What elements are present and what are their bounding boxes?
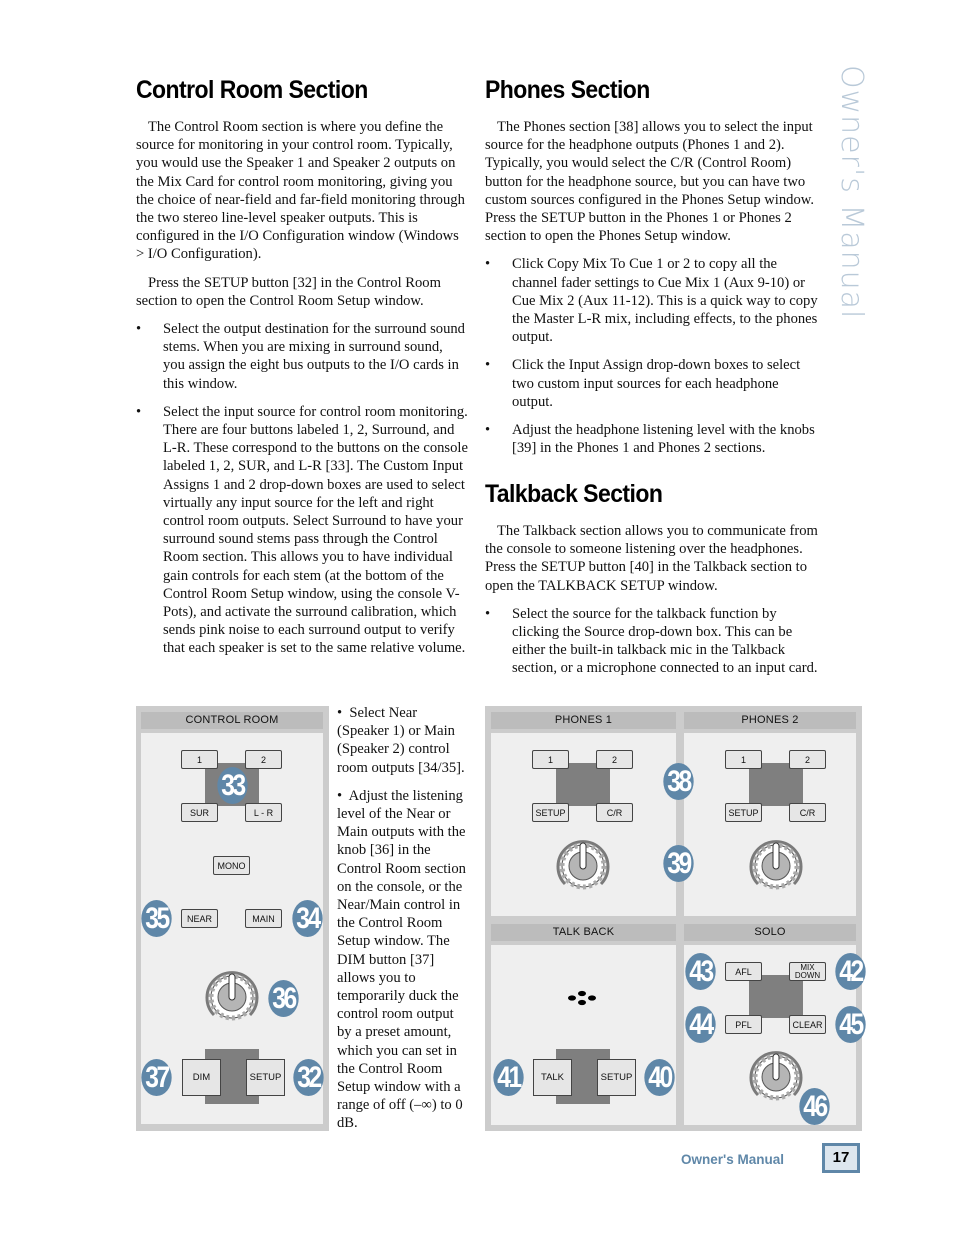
phones2-title: PHONES 2 — [684, 712, 856, 729]
list-item: • Select the output destination for the s… — [136, 320, 468, 393]
callout-35: 35 — [141, 900, 172, 937]
cr-source-1-button[interactable]: 1 — [181, 750, 218, 769]
cr-source-2-button[interactable]: 2 — [245, 750, 282, 769]
side-note: • Select Near (Speaker 1) or Main (Speak… — [337, 704, 471, 777]
near-button[interactable]: NEAR — [181, 909, 218, 928]
callout-45: 45 — [835, 1006, 866, 1043]
control-room-diagram-title: CONTROL ROOM — [141, 712, 323, 729]
afl-button[interactable]: AFL — [725, 962, 762, 981]
phones2-source-block — [749, 763, 803, 806]
talk-button[interactable]: TALK — [533, 1059, 572, 1096]
side-note-text: Adjust the listening level of the Near o… — [337, 787, 466, 1132]
bullet-icon: • — [136, 321, 142, 338]
list-item: • Click the Input Assign drop-down boxes … — [485, 356, 820, 411]
phones1-setup-button[interactable]: SETUP — [532, 803, 569, 822]
callout-46: 46 — [799, 1088, 830, 1125]
phones1-source-1-button[interactable]: 1 — [532, 750, 569, 769]
list-item: • Select the input source for control roo… — [136, 403, 468, 658]
bullet-icon: • — [136, 403, 142, 420]
talkback-body: The Talkback section allows you to commu… — [485, 522, 820, 688]
solo-level-knob-icon[interactable] — [748, 1049, 804, 1105]
phones-body: The Phones section [38] allows you to se… — [485, 118, 820, 467]
phones1-level-knob-icon[interactable] — [555, 838, 611, 894]
callout-37: 37 — [141, 1059, 172, 1096]
talkback-setup-button[interactable]: SETUP — [597, 1059, 636, 1096]
talkback-title: TALK BACK — [491, 924, 676, 941]
list-item-text: Click Copy Mix To Cue 1 or 2 to copy all… — [512, 256, 818, 346]
phones2-setup-button[interactable]: SETUP — [725, 803, 762, 822]
mix-down-button[interactable]: MIX DOWN — [789, 962, 826, 981]
list-item-text: Select the source for the talkback funct… — [512, 605, 818, 677]
cr-setup-button[interactable]: SETUP — [246, 1059, 285, 1096]
callout-41: 41 — [493, 1059, 524, 1096]
phones1-source-block — [556, 763, 610, 806]
list-item: • Select the source for the talkback func… — [485, 605, 820, 678]
mono-button[interactable]: MONO — [213, 856, 250, 875]
callout-39: 39 — [663, 845, 694, 882]
bullet-icon: • — [485, 605, 491, 622]
list-item: • Click Copy Mix To Cue 1 or 2 to copy al… — [485, 255, 820, 346]
list-item-text: Select the input source for control room… — [163, 403, 468, 657]
paragraph: Press the SETUP button [32] in the Contr… — [136, 274, 441, 309]
main-button[interactable]: MAIN — [245, 909, 282, 928]
bullet-icon: • — [485, 256, 491, 273]
callout-40: 40 — [644, 1059, 675, 1096]
footer-label: Owner's Manual — [681, 1152, 784, 1167]
callout-36: 36 — [268, 980, 299, 1017]
bullet-list: • Select the source for the talkback func… — [485, 605, 820, 678]
dim-button[interactable]: DIM — [182, 1059, 221, 1096]
paragraph: The Talkback section allows you to commu… — [485, 523, 818, 594]
sidebar-title: Owner's Manual — [828, 65, 874, 320]
cr-level-knob-icon[interactable] — [204, 969, 260, 1025]
pfl-button[interactable]: PFL — [725, 1015, 762, 1034]
phones2-cr-button[interactable]: C/R — [789, 803, 826, 822]
callout-44: 44 — [685, 1006, 716, 1043]
paragraph: The Control Room section is where you de… — [136, 119, 465, 263]
sidebar-title-text: Owner's Manual — [834, 65, 869, 320]
list-item: • Adjust the headphone listening level wi… — [485, 421, 820, 457]
bullet-icon: • — [485, 422, 491, 439]
callout-33: 33 — [217, 767, 248, 804]
phones1-title: PHONES 1 — [491, 712, 676, 729]
talkback-heading: Talkback Section — [485, 480, 663, 508]
phones2-source-1-button[interactable]: 1 — [725, 750, 762, 769]
phones2-level-knob-icon[interactable] — [748, 838, 804, 894]
bullet-list: • Select the output destination for the s… — [136, 320, 468, 658]
solo-title: SOLO — [684, 924, 856, 941]
control-room-body: The Control Room section is where you de… — [136, 118, 468, 668]
list-item-text: Select the output destination for the su… — [163, 321, 465, 392]
page-number: 17 — [825, 1146, 857, 1170]
bullet-icon: • — [337, 705, 343, 721]
paragraph: The Phones section [38] allows you to se… — [485, 119, 814, 245]
phones-heading: Phones Section — [485, 76, 650, 104]
callout-38: 38 — [663, 763, 694, 800]
control-room-heading: Control Room Section — [136, 76, 368, 104]
list-item-text: Click the Input Assign drop-down boxes t… — [512, 357, 801, 410]
phones2-source-2-button[interactable]: 2 — [789, 750, 826, 769]
solo-block — [749, 975, 803, 1018]
callout-42: 42 — [835, 953, 866, 990]
bullet-icon: • — [337, 787, 343, 804]
callout-34: 34 — [292, 900, 323, 937]
clear-button[interactable]: CLEAR — [789, 1015, 826, 1034]
phones1-cr-button[interactable]: C/R — [596, 803, 633, 822]
callout-43: 43 — [685, 953, 716, 990]
bullet-icon: • — [485, 357, 491, 374]
cr-lr-button[interactable]: L - R — [245, 803, 282, 822]
page-number-box: 17 — [822, 1143, 860, 1173]
control-room-side-notes: • Select Near (Speaker 1) or Main (Speak… — [337, 704, 471, 1143]
cr-sur-button[interactable]: SUR — [181, 803, 218, 822]
bullet-list: • Click Copy Mix To Cue 1 or 2 to copy al… — [485, 255, 820, 457]
side-note: • Adjust the listening level of the Near… — [337, 787, 471, 1133]
callout-32: 32 — [293, 1059, 324, 1096]
list-item-text: Adjust the headphone listening level wit… — [512, 422, 815, 457]
phones1-source-2-button[interactable]: 2 — [596, 750, 633, 769]
side-note-text: Select Near (Speaker 1) or Main (Speaker… — [337, 705, 465, 776]
talkback-mic-icon — [568, 990, 596, 1006]
